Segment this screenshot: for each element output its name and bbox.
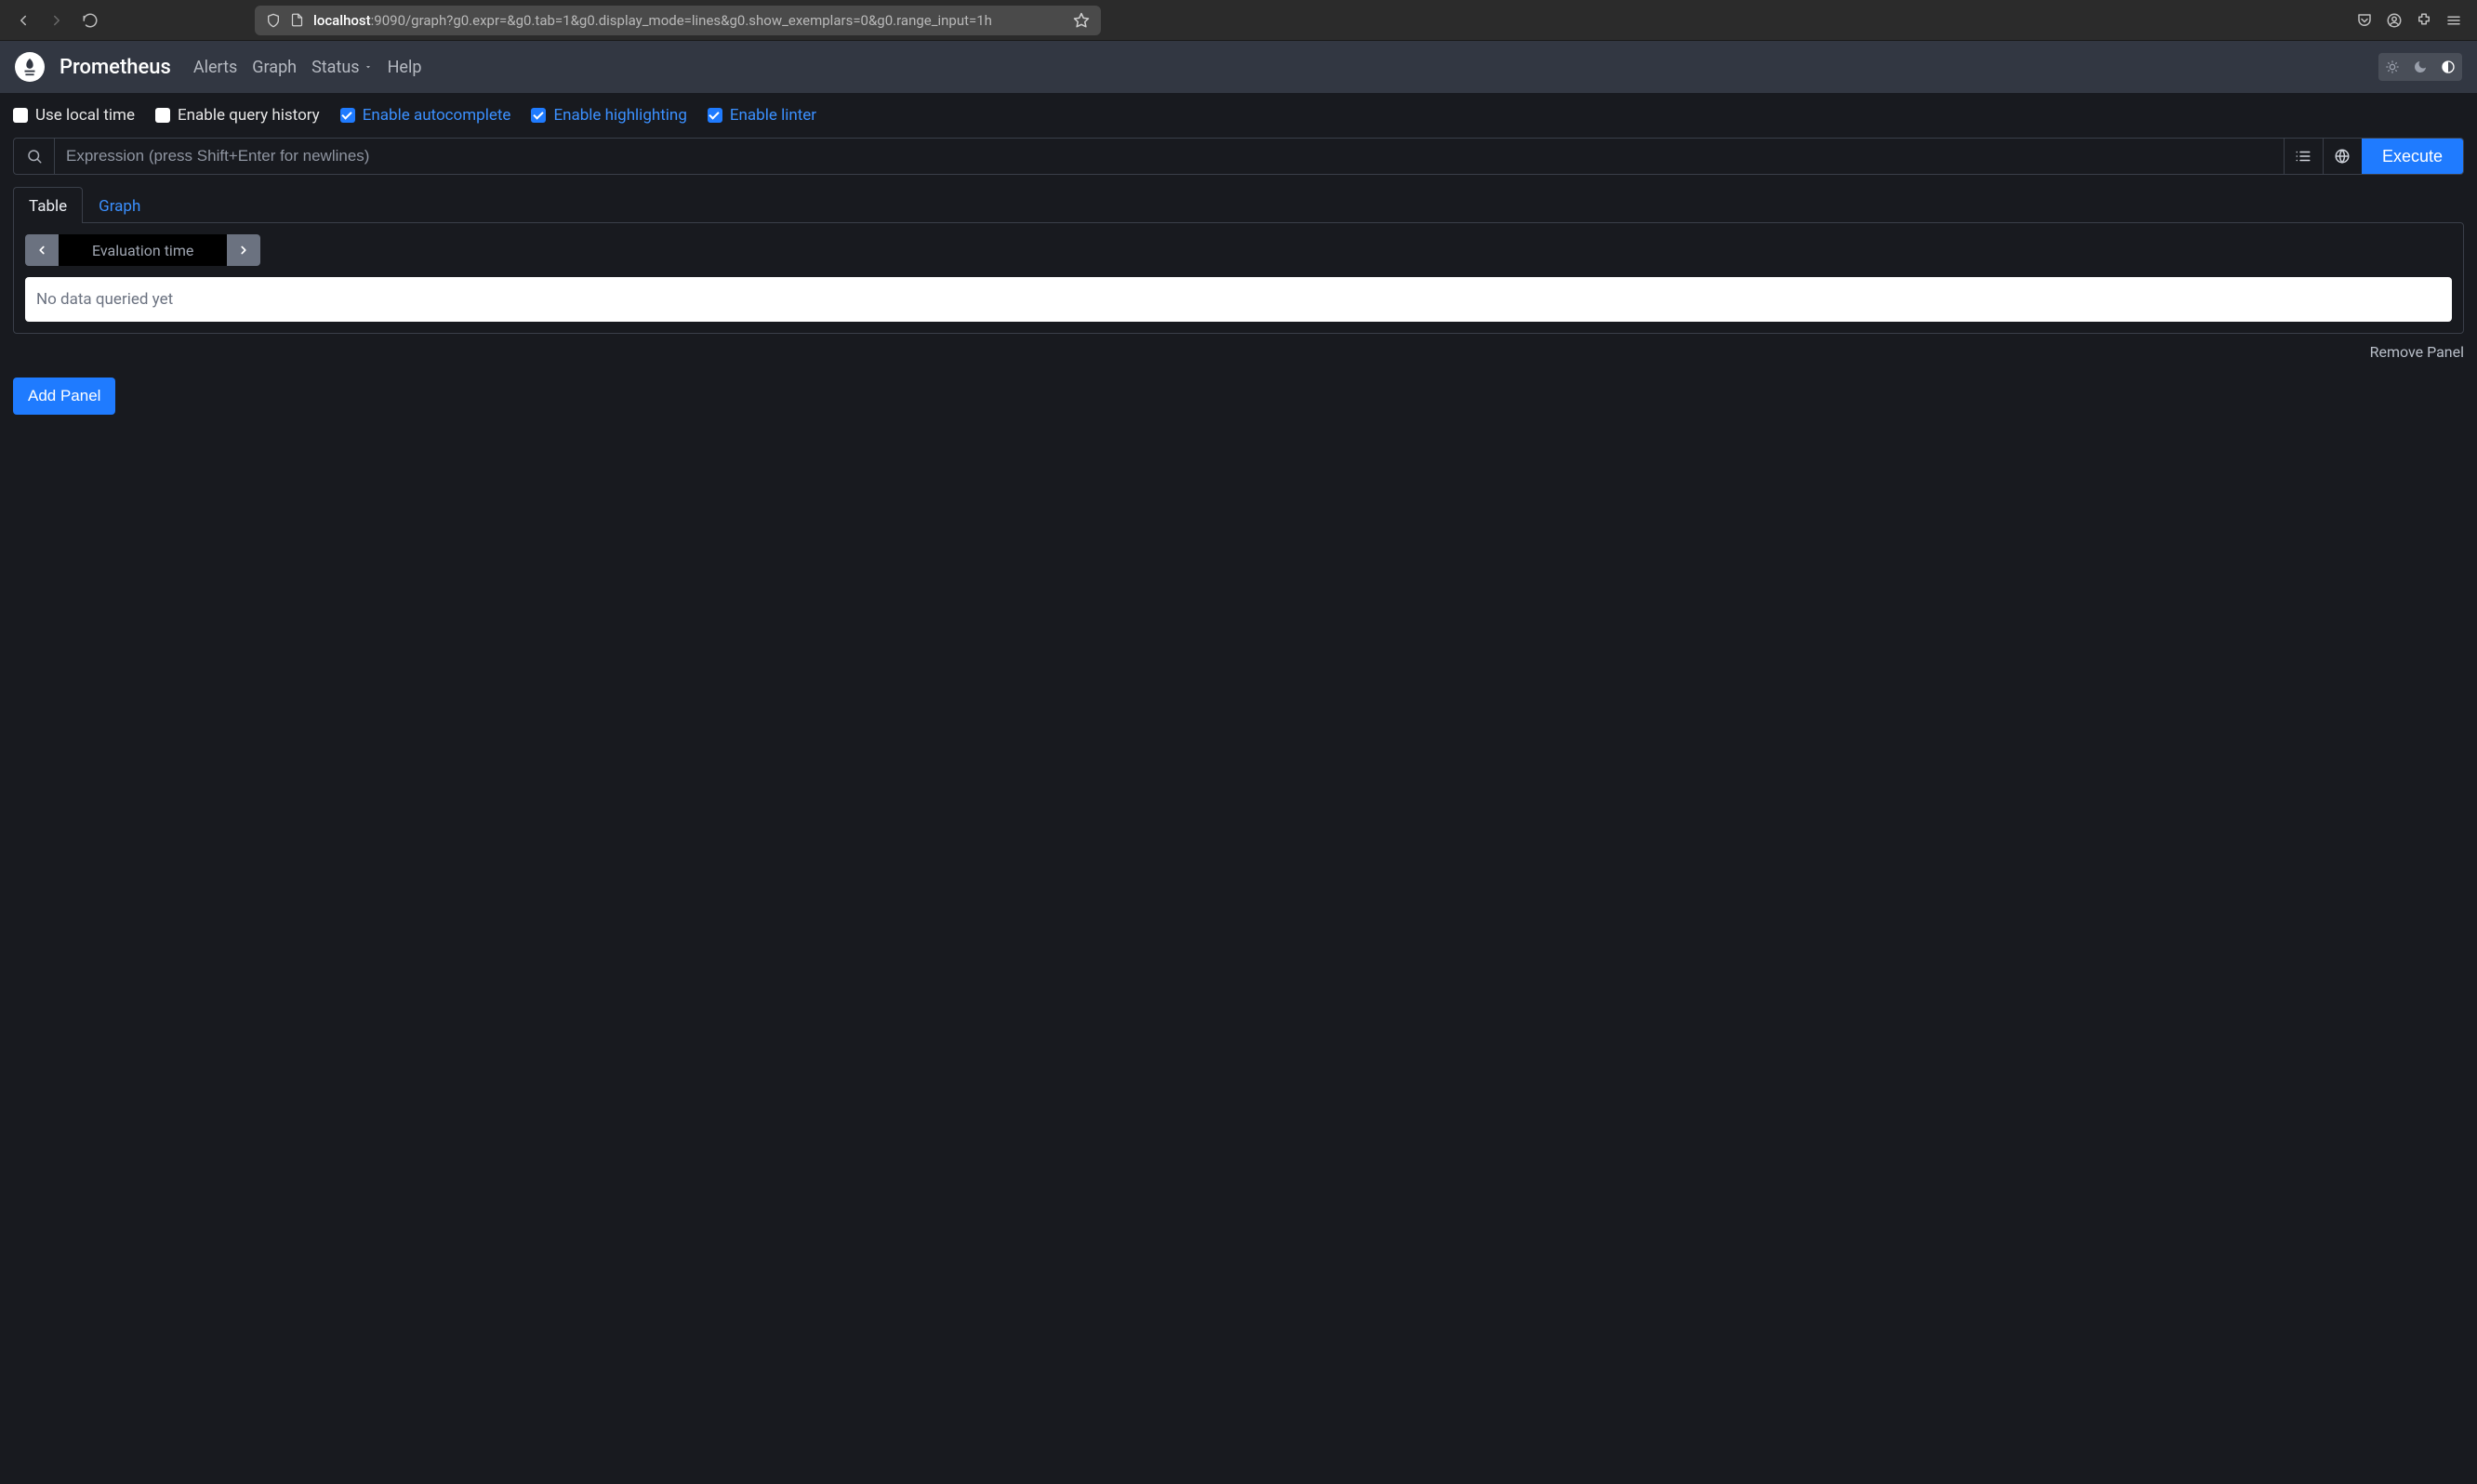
- globe-button[interactable]: [2323, 139, 2362, 174]
- table-panel: Evaluation time No data queried yet: [13, 222, 2464, 334]
- enable-query-history-label: Enable query history: [178, 106, 320, 125]
- shield-icon: [266, 13, 281, 28]
- remove-panel-link[interactable]: Remove Panel: [13, 343, 2464, 361]
- forward-button[interactable]: [43, 7, 71, 34]
- enable-autocomplete-input[interactable]: [340, 108, 355, 123]
- browser-toolbar: localhost:9090/graph?g0.expr=&g0.tab=1&g…: [0, 0, 2477, 41]
- expression-row: Execute: [13, 138, 2464, 175]
- enable-linter-label: Enable linter: [730, 106, 816, 125]
- expression-input[interactable]: [55, 139, 2284, 174]
- chevron-down-icon: [364, 62, 373, 72]
- extensions-icon[interactable]: [2410, 7, 2438, 34]
- evaluation-time-picker: Evaluation time: [25, 234, 260, 266]
- eval-time-next[interactable]: [227, 234, 260, 266]
- nav-alerts[interactable]: Alerts: [193, 58, 237, 77]
- enable-linter-input[interactable]: [708, 108, 722, 123]
- theme-dark-button[interactable]: [2406, 53, 2434, 81]
- brand-title[interactable]: Prometheus: [60, 56, 171, 79]
- reload-button[interactable]: [76, 7, 104, 34]
- result-tabs: Table Graph: [13, 186, 2464, 222]
- back-button[interactable]: [9, 7, 37, 34]
- file-icon: [290, 13, 304, 27]
- format-expr-button[interactable]: [2284, 139, 2323, 174]
- app-navbar: Prometheus Alerts Graph Status Help: [0, 41, 2477, 93]
- bookmark-star-icon[interactable]: [1073, 12, 1090, 29]
- prometheus-logo[interactable]: [15, 52, 45, 82]
- execute-button[interactable]: Execute: [2362, 139, 2463, 174]
- url-text: localhost:9090/graph?g0.expr=&g0.tab=1&g…: [313, 12, 1064, 29]
- result-message: No data queried yet: [25, 277, 2452, 322]
- theme-light-button[interactable]: [2378, 53, 2406, 81]
- nav-help[interactable]: Help: [388, 58, 422, 77]
- use-local-time-input[interactable]: [13, 108, 28, 123]
- add-panel-button[interactable]: Add Panel: [13, 378, 115, 415]
- enable-highlighting-checkbox[interactable]: Enable highlighting: [531, 106, 686, 125]
- enable-autocomplete-checkbox[interactable]: Enable autocomplete: [340, 106, 511, 125]
- tab-table[interactable]: Table: [13, 187, 83, 223]
- use-local-time-checkbox[interactable]: Use local time: [13, 106, 135, 125]
- theme-switcher: [2378, 53, 2462, 81]
- enable-linter-checkbox[interactable]: Enable linter: [708, 106, 816, 125]
- enable-highlighting-input[interactable]: [531, 108, 546, 123]
- nav-status[interactable]: Status: [311, 58, 372, 77]
- tab-graph[interactable]: Graph: [83, 187, 156, 223]
- metrics-explorer-button[interactable]: [14, 139, 55, 174]
- eval-time-label[interactable]: Evaluation time: [59, 234, 227, 266]
- nav-status-label: Status: [311, 58, 359, 77]
- pocket-icon[interactable]: [2351, 7, 2378, 34]
- menu-icon[interactable]: [2440, 7, 2468, 34]
- account-icon[interactable]: [2380, 7, 2408, 34]
- enable-query-history-checkbox[interactable]: Enable query history: [155, 106, 320, 125]
- enable-autocomplete-label: Enable autocomplete: [363, 106, 511, 125]
- theme-auto-button[interactable]: [2434, 53, 2462, 81]
- enable-query-history-input[interactable]: [155, 108, 170, 123]
- use-local-time-label: Use local time: [35, 106, 135, 125]
- nav-graph[interactable]: Graph: [252, 58, 297, 77]
- address-bar[interactable]: localhost:9090/graph?g0.expr=&g0.tab=1&g…: [255, 6, 1101, 35]
- query-options: Use local time Enable query history Enab…: [13, 106, 2464, 125]
- eval-time-prev[interactable]: [25, 234, 59, 266]
- enable-highlighting-label: Enable highlighting: [553, 106, 686, 125]
